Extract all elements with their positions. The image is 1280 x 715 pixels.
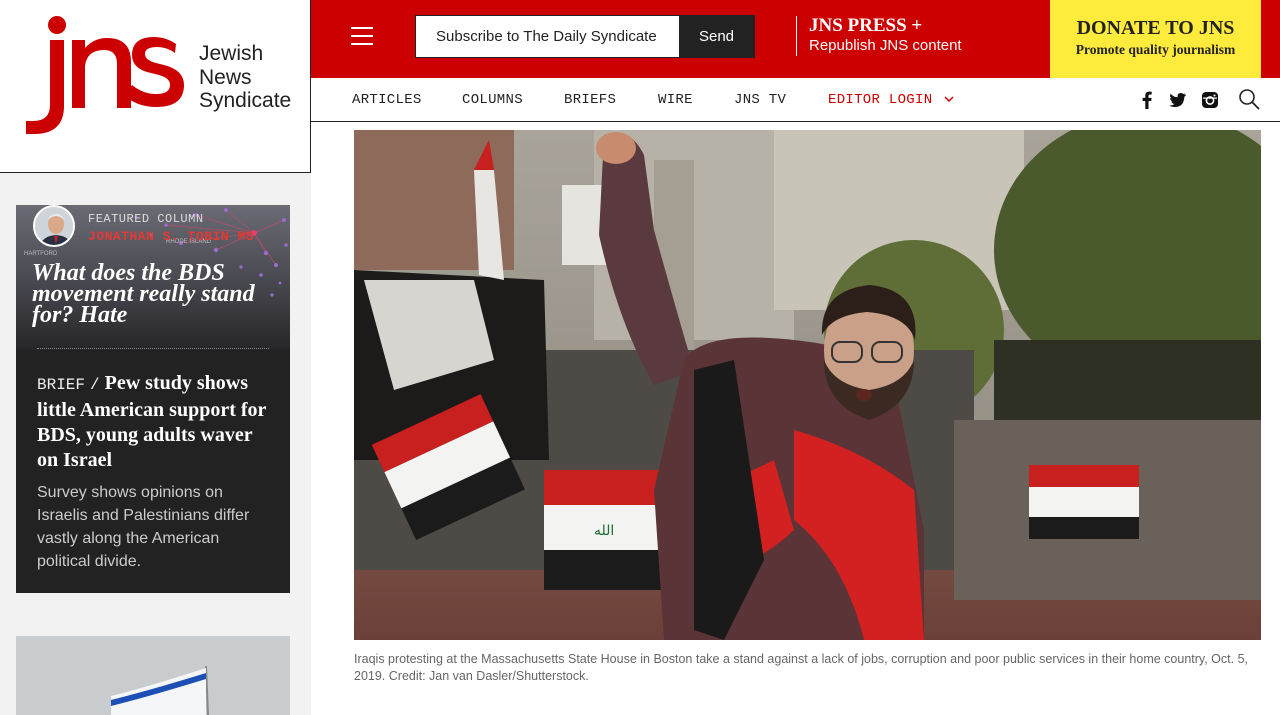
featured-author[interactable]: JONATHAN S. TOBIN MS bbox=[88, 229, 254, 244]
sidebar: HARTFORD RHODE ISLAND FEATURED COLUMN JO… bbox=[0, 173, 311, 715]
facebook-icon[interactable] bbox=[1137, 90, 1157, 110]
donate-subtitle: Promote quality journalism bbox=[1075, 42, 1236, 57]
nav-articles[interactable]: ARTICLES bbox=[352, 92, 422, 108]
map-label-hartford: HARTFORD bbox=[24, 251, 58, 257]
featured-column-label: FEATURED COLUMN bbox=[88, 212, 204, 226]
chevron-down-icon bbox=[944, 96, 954, 103]
jns-press-link[interactable]: JNS PRESS + Republish JNS content bbox=[796, 16, 962, 56]
brief-summary: Survey shows opinions on Israelis and Pa… bbox=[37, 484, 250, 570]
featured-column-title[interactable]: What does the BDS movement really stand … bbox=[32, 261, 282, 327]
subscribe-input[interactable] bbox=[416, 16, 680, 57]
article-thumbnail[interactable] bbox=[16, 636, 290, 715]
article-hero-image: الله bbox=[354, 130, 1261, 640]
nav-jns-tv[interactable]: JNS TV bbox=[734, 92, 786, 108]
jns-press-title: JNS PRESS + bbox=[809, 15, 923, 36]
israel-flag-image bbox=[16, 636, 290, 715]
svg-text:الله: الله bbox=[594, 523, 614, 539]
editor-login-label: EDITOR LOGIN bbox=[828, 92, 933, 108]
instagram-icon[interactable] bbox=[1200, 90, 1220, 110]
brief-tag: BRIEF bbox=[37, 376, 86, 394]
author-avatar bbox=[33, 205, 75, 247]
subscribe-form: Send bbox=[415, 15, 755, 58]
featured-author-name: JONATHAN S. TOBIN bbox=[88, 229, 230, 244]
twitter-icon[interactable] bbox=[1167, 90, 1187, 110]
logo-wordmark: Jewish News Syndicate bbox=[199, 42, 291, 113]
main-nav: ARTICLES COLUMNS BRIEFS WIRE JNS TV EDIT… bbox=[311, 78, 1280, 122]
logo-box[interactable]: Jewish News Syndicate bbox=[0, 0, 311, 173]
donate-button[interactable]: DONATE TO JNS Promote quality journalism bbox=[1050, 0, 1261, 78]
send-button[interactable]: Send bbox=[679, 16, 754, 57]
jns-press-subtitle: Republish JNS content bbox=[809, 37, 962, 54]
jns-logo-icon bbox=[26, 16, 184, 134]
search-icon[interactable] bbox=[1238, 88, 1260, 110]
nav-columns[interactable]: COLUMNS bbox=[462, 92, 523, 108]
nav-editor-login[interactable]: EDITOR LOGIN bbox=[828, 92, 954, 108]
nav-briefs[interactable]: BRIEFS bbox=[564, 92, 616, 108]
logo-word-jewish: Jewish bbox=[199, 42, 264, 65]
logo-word-news: News bbox=[199, 65, 252, 89]
image-caption: Iraqis protesting at the Massachusetts S… bbox=[354, 652, 1248, 683]
hamburger-icon[interactable] bbox=[351, 27, 373, 45]
brief-separator: / bbox=[90, 376, 100, 394]
nav-wire[interactable]: WIRE bbox=[658, 92, 693, 108]
donate-title: DONATE TO JNS bbox=[1076, 17, 1235, 39]
featured-column-header: HARTFORD RHODE ISLAND FEATURED COLUMN JO… bbox=[16, 205, 290, 350]
featured-author-suffix: MS bbox=[237, 229, 255, 244]
logo-word-syndicate: Syndicate bbox=[199, 89, 292, 112]
protest-photo: الله bbox=[354, 130, 1261, 640]
card-divider bbox=[37, 348, 269, 349]
featured-card[interactable]: HARTFORD RHODE ISLAND FEATURED COLUMN JO… bbox=[16, 205, 290, 593]
brief-headline[interactable]: BRIEF / Pew study shows little American … bbox=[37, 371, 277, 473]
